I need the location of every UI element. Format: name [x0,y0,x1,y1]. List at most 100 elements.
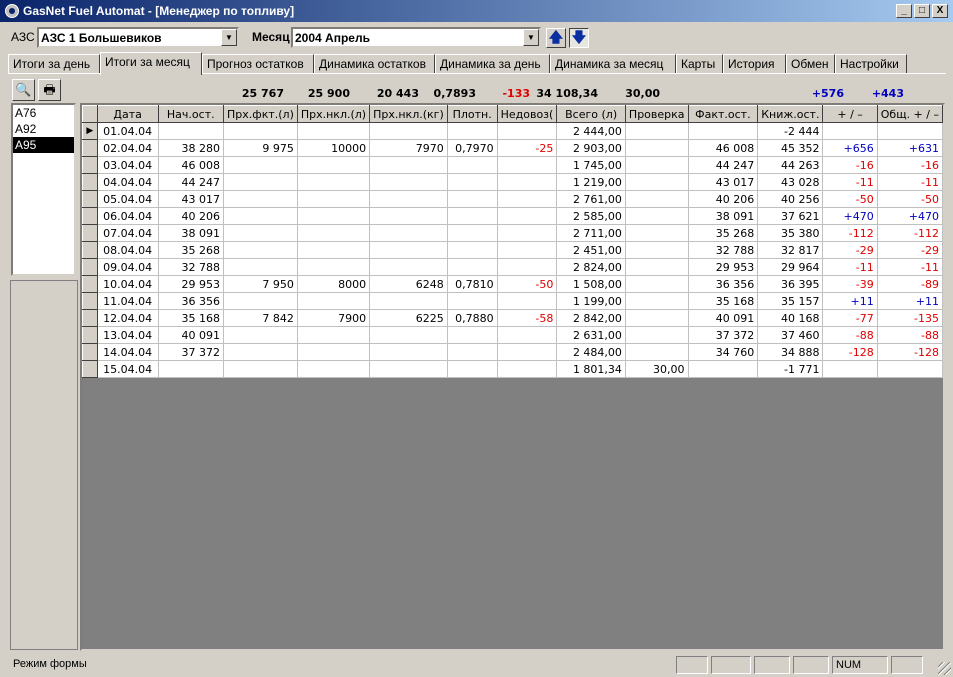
grid-cell[interactable]: 14.04.04 [97,343,159,361]
row-indicator[interactable] [82,360,98,378]
fuel-item-a95[interactable]: А95 [13,137,74,153]
grid-cell[interactable] [297,360,371,378]
grid-cell[interactable] [369,258,448,276]
grid-cell[interactable] [297,190,371,208]
grid-cell[interactable]: 12.04.04 [97,309,159,327]
grid-cell[interactable] [447,326,498,344]
column-header[interactable]: Общ. + / – [876,105,944,123]
grid-cell[interactable] [369,156,448,174]
azs-select[interactable]: АЗС 1 Большевиков ▼ [37,27,239,48]
grid-cell[interactable]: 07.04.04 [97,224,159,242]
grid-cell[interactable] [223,343,298,361]
grid-cell[interactable]: -11 [822,173,878,191]
grid-cell[interactable] [447,122,498,140]
grid-cell[interactable] [223,122,298,140]
grid-cell[interactable] [297,343,371,361]
chevron-down-icon[interactable]: ▼ [221,29,237,46]
table-row[interactable]: 02.04.04 38 280 9 975 10000 7970 0,7970 -25 2 9… [82,139,944,157]
grid-cell[interactable]: 2 842,00 [556,309,626,327]
grid-cell[interactable]: 45 352 [757,139,824,157]
grid-cell[interactable]: -50 [822,190,878,208]
grid-cell[interactable] [497,326,558,344]
tab-monthly-totals[interactable]: Итоги за месяц [100,52,202,75]
grid-cell[interactable] [625,292,689,310]
column-header[interactable]: Прх.нкл.(л) [296,105,371,123]
grid-cell[interactable]: 05.04.04 [97,190,159,208]
grid-cell[interactable]: 7 950 [223,275,298,293]
grid-cell[interactable]: 0,7880 [447,309,498,327]
grid-cell[interactable]: 2 484,00 [556,343,626,361]
column-header[interactable]: Плотн. [446,105,498,123]
grid-cell[interactable]: 2 451,00 [556,241,626,259]
grid-cell[interactable]: 36 356 [688,275,759,293]
grid-cell[interactable] [447,173,498,191]
grid-cell[interactable]: 35 380 [757,224,824,242]
grid-cell[interactable]: -112 [822,224,878,242]
resize-grip-icon[interactable] [938,662,951,675]
grid-cell[interactable]: +11 [822,292,878,310]
row-indicator[interactable] [82,258,98,276]
grid-cell[interactable]: 7 842 [223,309,298,327]
column-header[interactable]: Всего (л) [556,105,626,123]
column-header[interactable]: Прх.нкл.(кг) [369,105,448,123]
grid-cell[interactable]: -2 444 [757,122,824,140]
grid-cell[interactable] [625,275,689,293]
grid-cell[interactable]: 6225 [369,309,448,327]
grid-cell[interactable]: 2 631,00 [556,326,626,344]
grid-cell[interactable]: +470 [822,207,878,225]
grid-cell[interactable]: 9 975 [223,139,298,157]
grid-cell[interactable]: -88 [822,326,878,344]
grid-cell[interactable] [223,156,298,174]
grid-cell[interactable]: 02.04.04 [97,139,159,157]
grid-cell[interactable] [625,139,689,157]
grid-cell[interactable]: 40 168 [757,309,824,327]
grid-cell[interactable] [447,224,498,242]
row-indicator[interactable] [82,343,98,361]
grid-cell[interactable] [223,173,298,191]
grid-cell[interactable]: 37 372 [688,326,759,344]
grid-cell[interactable]: 2 444,00 [556,122,626,140]
grid-cell[interactable]: 2 824,00 [556,258,626,276]
grid-cell[interactable] [877,360,944,378]
grid-cell[interactable]: 2 711,00 [556,224,626,242]
grid-cell[interactable] [223,292,298,310]
fuel-type-list[interactable]: А76 А92 А95 [11,103,76,276]
grid-cell[interactable] [625,156,689,174]
grid-cell[interactable] [625,190,689,208]
grid-cell[interactable]: +656 [822,139,878,157]
grid-cell[interactable]: 40 206 [158,207,225,225]
grid-cell[interactable]: -88 [877,326,944,344]
grid-cell[interactable] [223,190,298,208]
grid-cell[interactable] [625,207,689,225]
grid-cell[interactable]: 15.04.04 [97,360,159,378]
close-button[interactable]: X [932,4,948,18]
grid-cell[interactable]: 01.04.04 [97,122,159,140]
column-header[interactable]: Книж.ост. [757,105,824,123]
grid-cell[interactable]: -16 [822,156,878,174]
grid-cell[interactable]: 46 008 [158,156,225,174]
grid-cell[interactable] [158,360,225,378]
grid-cell[interactable] [369,292,448,310]
grid-cell[interactable]: -1 771 [757,360,824,378]
grid-cell[interactable]: 44 263 [757,156,824,174]
grid-cell[interactable] [297,173,371,191]
row-indicator[interactable] [82,309,98,327]
grid-cell[interactable] [369,190,448,208]
grid-cell[interactable]: 08.04.04 [97,241,159,259]
grid-cell[interactable] [223,224,298,242]
grid-cell[interactable]: 29 953 [158,275,225,293]
table-row[interactable]: 13.04.04 40 091 2 631,00 37 372 37 460 -88 -88 [82,326,944,344]
grid-cell[interactable] [497,224,558,242]
grid-cell[interactable] [497,190,558,208]
month-prev-button[interactable]: 🡅 [546,28,566,48]
grid-cell[interactable]: 06.04.04 [97,207,159,225]
grid-cell[interactable] [369,343,448,361]
table-row[interactable]: 05.04.04 43 017 2 761,00 40 206 40 256 -50 -50 [82,190,944,208]
grid-cell[interactable]: 8000 [297,275,371,293]
grid-cell[interactable]: 40 256 [757,190,824,208]
grid-cell[interactable] [369,360,448,378]
grid-cell[interactable] [447,207,498,225]
table-row[interactable]: 14.04.04 37 372 2 484,00 34 760 34 888 -128 -1… [82,343,944,361]
grid-cell[interactable] [625,241,689,259]
grid-cell[interactable]: 35 168 [688,292,759,310]
